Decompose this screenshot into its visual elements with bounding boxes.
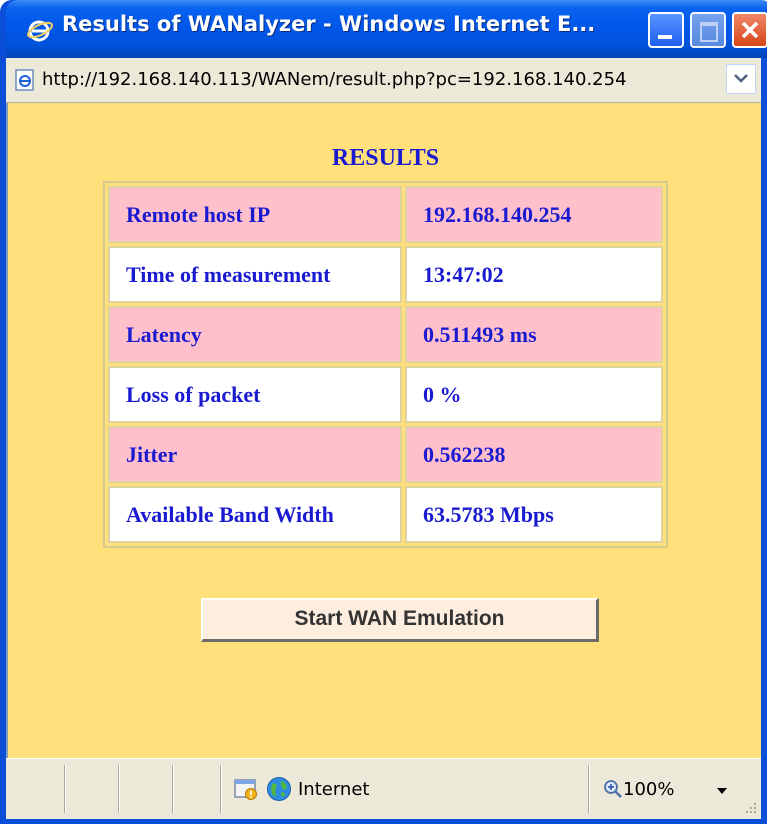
row-value: 63.5783 Mbps [405,486,663,543]
row-value: 13:47:02 [405,246,663,303]
table-row: Time of measurement 13:47:02 [108,246,663,303]
address-dropdown-button[interactable] [726,64,756,94]
table-row: Loss of packet 0 % [108,366,663,423]
row-label: Loss of packet [108,366,402,423]
status-divider [64,765,66,813]
table-row: Latency 0.511493 ms [108,306,663,363]
chevron-down-icon [734,74,748,83]
zoom-icon[interactable] [603,779,623,799]
browser-window: Results of WANalyzer - Windows Internet … [0,0,767,824]
globe-icon [267,777,291,801]
close-button[interactable] [732,12,767,48]
zoom-level[interactable]: 100% [623,779,674,800]
window-title: Results of WANalyzer - Windows Internet … [62,12,596,36]
status-bar: Internet 100% [6,758,761,819]
row-value: 0.562238 [405,426,663,483]
minimize-button[interactable] [648,12,684,48]
status-divider [220,765,222,813]
address-bar: http://192.168.140.113/WANem/result.php?… [6,58,761,103]
table-row: Jitter 0.562238 [108,426,663,483]
page-content: RESULTS Remote host IP 192.168.140.254 T… [6,103,761,758]
resize-grip-icon[interactable] [742,799,758,815]
results-heading: RESULTS [331,145,440,171]
row-value: 0.511493 ms [405,306,663,363]
maximize-button[interactable] [690,12,726,48]
row-label: Remote host IP [108,186,402,243]
protected-mode-warning-icon[interactable] [234,778,258,800]
status-divider [172,765,174,813]
row-label: Available Band Width [108,486,402,543]
title-bar[interactable]: Results of WANalyzer - Windows Internet … [6,0,767,58]
start-wan-emulation-button[interactable]: Start WAN Emulation [201,598,599,642]
status-divider [118,765,120,813]
row-label: Latency [108,306,402,363]
table-row: Remote host IP 192.168.140.254 [108,186,663,243]
address-url[interactable]: http://192.168.140.113/WANem/result.php?… [42,69,627,90]
results-table: Remote host IP 192.168.140.254 Time of m… [103,181,668,548]
row-label: Jitter [108,426,402,483]
security-zone-label[interactable]: Internet [298,779,369,800]
page-icon [15,69,34,91]
row-label: Time of measurement [108,246,402,303]
close-icon [741,21,759,39]
status-divider [588,765,590,813]
table-row: Available Band Width 63.5783 Mbps [108,486,663,543]
zoom-dropdown-icon[interactable] [716,787,728,795]
row-value: 192.168.140.254 [405,186,663,243]
ie-logo-icon [27,20,53,42]
row-value: 0 % [405,366,663,423]
